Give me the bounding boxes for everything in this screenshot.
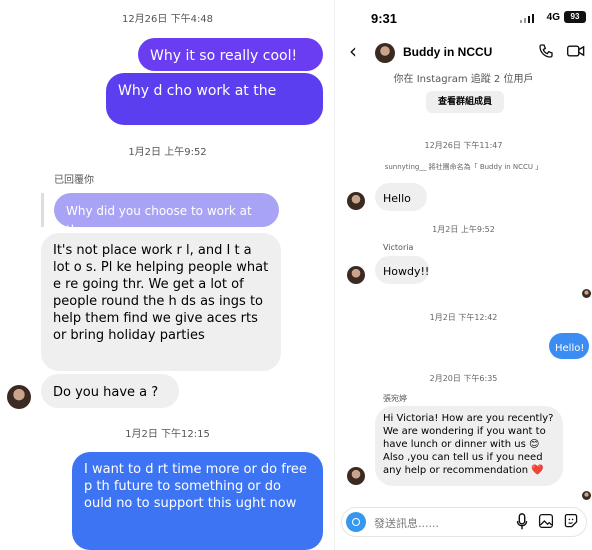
message-outgoing[interactable]: I want to d rt time more or do free p th… xyxy=(72,452,323,550)
avatar[interactable] xyxy=(7,385,31,409)
chat-header: ‹ Buddy in NCCU xyxy=(335,34,592,70)
system-note: sunnyting__ 將社團命名為「 Buddy in NCCU 」 xyxy=(384,163,543,171)
battery-icon: 93 xyxy=(564,11,586,23)
status-bar: 9:31 4G 93 xyxy=(335,0,592,34)
message-incoming[interactable]: Hello❤️ xyxy=(375,183,427,211)
timestamp: 12月26日 下午11:47 xyxy=(424,141,503,150)
seen-avatar xyxy=(582,491,591,500)
follow-note: 你在 Instagram 追蹤 2 位用戶 xyxy=(393,74,534,85)
status-time: 9:31 xyxy=(371,11,398,26)
timestamp: 1月2日 上午9:52 xyxy=(432,225,495,234)
left-chat-pane: 12月26日 下午4:48 Why it so really cool! Why… xyxy=(0,0,335,550)
network-type: 4G xyxy=(546,12,560,23)
camera-icon[interactable] xyxy=(346,512,366,532)
reply-quote[interactable]: Why did you choose to work at there xyxy=(54,193,279,227)
back-icon[interactable]: ‹ xyxy=(349,39,357,63)
sender-name: 張宛婷 xyxy=(383,394,407,403)
video-call-icon[interactable] xyxy=(567,43,585,59)
sender-name: Victoria xyxy=(383,243,414,252)
timestamp: 1月2日 下午12:15 xyxy=(125,429,210,440)
right-chat-pane: 9:31 4G 93 ‹ Buddy in NCCU 你在 Instagram … xyxy=(335,0,592,550)
avatar[interactable] xyxy=(347,266,365,284)
microphone-icon[interactable] xyxy=(515,513,529,531)
group-avatar[interactable] xyxy=(375,43,395,63)
message-incoming[interactable]: Howdy!! xyxy=(375,256,429,284)
message-outgoing[interactable]: Why d cho work at the xyxy=(106,73,323,125)
avatar[interactable] xyxy=(347,467,365,485)
view-members-button[interactable]: 查看群組成員 xyxy=(426,91,504,113)
replied-label: 已回覆你 xyxy=(54,175,94,186)
reply-bar xyxy=(41,193,44,227)
timestamp: 1月2日 上午9:52 xyxy=(128,147,207,158)
phone-icon[interactable] xyxy=(538,43,554,59)
timestamp: 1月2日 下午12:42 xyxy=(429,313,498,322)
message-outgoing[interactable]: Why it so really cool! xyxy=(138,38,323,71)
chat-title[interactable]: Buddy in NCCU xyxy=(403,45,492,59)
message-composer: 發送訊息...... xyxy=(341,507,587,537)
message-incoming[interactable]: Do you have a ? xyxy=(41,374,179,408)
timestamp: 12月26日 下午4:48 xyxy=(121,14,214,25)
message-incoming[interactable]: Hi Victoria! How are you recently? We ar… xyxy=(375,406,563,486)
avatar[interactable] xyxy=(347,192,365,210)
message-input[interactable]: 發送訊息...... xyxy=(374,515,439,531)
signal-icon xyxy=(520,14,534,23)
gallery-icon[interactable] xyxy=(538,513,554,529)
message-incoming[interactable]: It's not place work r l, and I t a lot o… xyxy=(41,233,281,371)
message-outgoing[interactable]: Hello! xyxy=(549,333,589,359)
timestamp: 2月20日 下午6:35 xyxy=(429,374,498,383)
seen-avatar xyxy=(582,289,591,298)
sticker-icon[interactable] xyxy=(563,513,579,529)
